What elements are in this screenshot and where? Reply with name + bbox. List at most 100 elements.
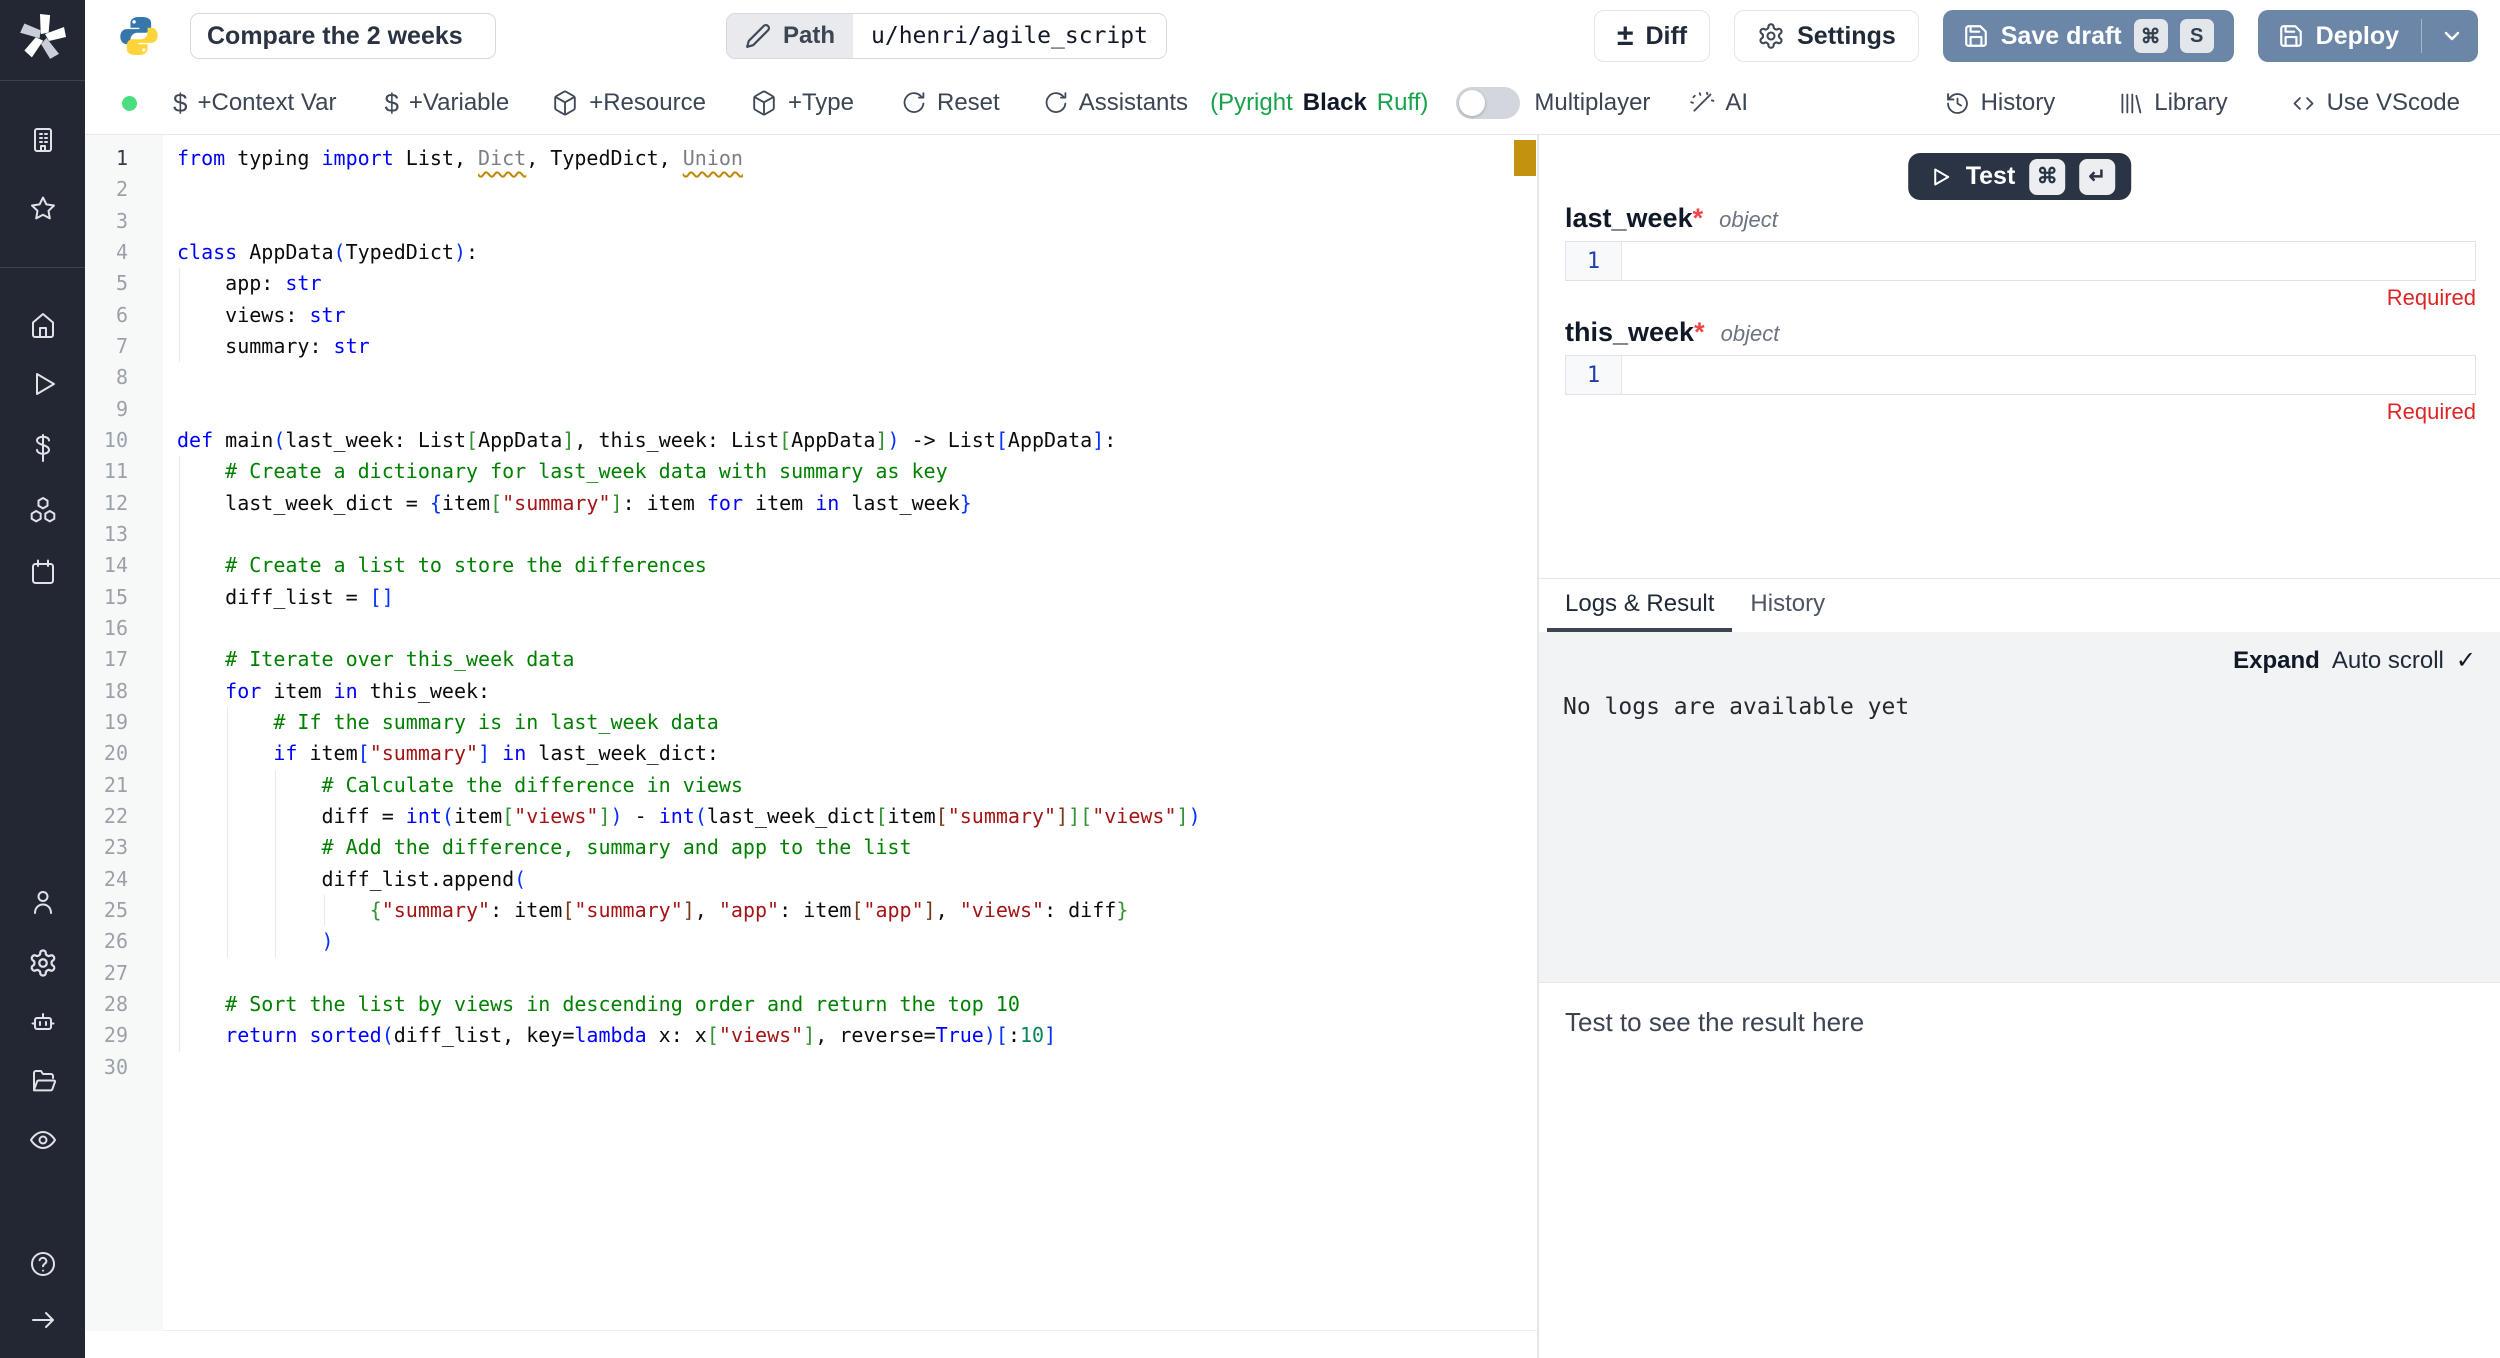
indent-guide xyxy=(275,832,276,863)
code-line[interactable]: summary: str xyxy=(177,331,1477,362)
workspace-icon[interactable] xyxy=(0,125,85,155)
code-line[interactable]: return sorted(diff_list, key=lambda x: x… xyxy=(177,1020,1477,1051)
code-editor[interactable]: 1234567891011121314151617181920212223242… xyxy=(85,135,1537,1358)
code-line[interactable]: # Create a list to store the differences xyxy=(177,550,1477,581)
line-number: 6 xyxy=(85,300,128,331)
code-line[interactable] xyxy=(177,1052,1477,1083)
library-button[interactable]: Library xyxy=(2117,89,2227,117)
editor-toolbar: $ +Context Var $ +Variable +Resource +Ty… xyxy=(85,72,2500,135)
panel-divider[interactable] xyxy=(1537,135,1539,1358)
line-number: 7 xyxy=(85,331,128,362)
pyright-badge: (Pyright xyxy=(1210,89,1293,117)
settings-button[interactable]: Settings xyxy=(1734,10,1919,62)
indent-guide xyxy=(179,895,180,926)
runs-play-icon[interactable] xyxy=(0,369,85,399)
indent-guide xyxy=(275,770,276,801)
code-line[interactable]: {"summary": item["summary"], "app": item… xyxy=(177,895,1477,926)
multiplayer-toggle[interactable] xyxy=(1456,87,1520,119)
arg-label-row: last_week* object xyxy=(1565,203,2476,237)
code-line[interactable]: app: str xyxy=(177,268,1477,299)
code-line[interactable]: def main(last_week: List[AppData], this_… xyxy=(177,425,1477,456)
indent-guide xyxy=(179,958,180,989)
chevron-down-icon[interactable] xyxy=(2440,24,2464,48)
code-line[interactable] xyxy=(177,613,1477,644)
workers-robot-icon[interactable] xyxy=(0,1007,85,1037)
line-number: 24 xyxy=(85,864,128,895)
code-line[interactable]: # Create a dictionary for last_week data… xyxy=(177,456,1477,487)
autoscroll-toggle[interactable]: Auto scroll xyxy=(2332,647,2444,675)
history-button[interactable]: History xyxy=(1944,89,2056,117)
add-variable-button[interactable]: $ +Variable xyxy=(384,88,509,119)
ruff-badge: Ruff) xyxy=(1377,89,1429,117)
home-icon[interactable] xyxy=(0,310,85,340)
code-line[interactable] xyxy=(177,206,1477,237)
code-lines[interactable]: from typing import List, Dict, TypedDict… xyxy=(177,143,1477,1083)
schedules-calendar-icon[interactable] xyxy=(0,557,85,587)
code-line[interactable]: for item in this_week: xyxy=(177,676,1477,707)
code-line[interactable]: if item["summary"] in last_week_dict: xyxy=(177,738,1477,769)
multiplayer-label-item[interactable]: Multiplayer xyxy=(1534,89,1650,117)
deploy-button[interactable]: Deploy xyxy=(2258,10,2478,62)
users-person-icon[interactable] xyxy=(0,887,85,917)
ai-button[interactable]: AI xyxy=(1688,89,1748,117)
vscode-icon xyxy=(2290,90,2317,117)
resources-boxes-icon[interactable] xyxy=(0,495,85,525)
line-number: 27 xyxy=(85,958,128,989)
this-week-input[interactable] xyxy=(1622,356,2475,394)
settings-label: Settings xyxy=(1797,22,1896,51)
path-label-segment[interactable]: Path xyxy=(727,14,853,58)
code-line[interactable]: # Add the difference, summary and app to… xyxy=(177,832,1477,863)
reset-button[interactable]: Reset xyxy=(900,89,1000,117)
code-line[interactable]: # Calculate the difference in views xyxy=(177,770,1477,801)
tab-history[interactable]: History xyxy=(1732,579,1843,632)
indent-guide xyxy=(227,864,228,895)
save-draft-button[interactable]: Save draft ⌘ S xyxy=(1943,10,2234,62)
help-icon[interactable] xyxy=(0,1249,85,1279)
arg-label-row: this_week* object xyxy=(1565,317,2476,351)
path-field[interactable]: Path u/henri/agile_script xyxy=(726,13,1167,59)
code-line[interactable]: diff_list.append( xyxy=(177,864,1477,895)
code-line[interactable]: # If the summary is in last_week data xyxy=(177,707,1477,738)
code-line[interactable]: views: str xyxy=(177,300,1477,331)
script-title-value: Compare the 2 weeks xyxy=(207,22,463,51)
path-value[interactable]: u/henri/agile_script xyxy=(853,14,1166,58)
code-line[interactable]: class AppData(TypedDict): xyxy=(177,237,1477,268)
code-line[interactable]: ) xyxy=(177,926,1477,957)
code-line[interactable] xyxy=(177,958,1477,989)
code-line[interactable]: last_week_dict = {item["summary"]: item … xyxy=(177,488,1477,519)
code-line[interactable] xyxy=(177,519,1477,550)
expand-button[interactable]: Expand xyxy=(2233,647,2320,675)
tab-logs-result[interactable]: Logs & Result xyxy=(1547,579,1732,632)
folders-icon[interactable] xyxy=(0,1066,85,1096)
line-number: 13 xyxy=(85,519,128,550)
code-line[interactable]: diff_list = [] xyxy=(177,582,1477,613)
add-resource-button[interactable]: +Resource xyxy=(551,89,706,117)
settings-gear-icon[interactable] xyxy=(0,948,85,978)
script-title-input[interactable]: Compare the 2 weeks xyxy=(190,13,496,59)
code-line[interactable] xyxy=(177,362,1477,393)
sidebar xyxy=(0,0,85,1358)
arg-json-editor[interactable]: 1 xyxy=(1565,241,2476,281)
logs-panel: Expand Auto scroll ✓ No logs are availab… xyxy=(1539,632,2500,982)
line-number: 21 xyxy=(85,770,128,801)
last-week-input[interactable] xyxy=(1622,242,2475,280)
line-number: 25 xyxy=(85,895,128,926)
code-line[interactable]: from typing import List, Dict, TypedDict… xyxy=(177,143,1477,174)
code-line[interactable] xyxy=(177,174,1477,205)
favorites-star-icon[interactable] xyxy=(0,194,85,224)
variables-dollar-icon[interactable] xyxy=(0,433,85,463)
assistants-button[interactable]: Assistants xyxy=(1042,89,1188,117)
diff-button[interactable]: ± Diff xyxy=(1594,10,1710,62)
expand-sidebar-arrow-icon[interactable] xyxy=(0,1305,85,1335)
windmill-logo-icon[interactable] xyxy=(0,10,85,64)
arg-json-editor[interactable]: 1 xyxy=(1565,355,2476,395)
add-type-button[interactable]: +Type xyxy=(750,89,854,117)
use-vscode-button[interactable]: Use VScode xyxy=(2290,89,2460,117)
add-context-var-button[interactable]: $ +Context Var xyxy=(173,88,336,119)
code-line[interactable] xyxy=(177,394,1477,425)
code-gutter: 1234567891011121314151617181920212223242… xyxy=(85,143,128,1083)
audit-eye-icon[interactable] xyxy=(0,1125,85,1155)
code-line[interactable]: # Sort the list by views in descending o… xyxy=(177,989,1477,1020)
code-line[interactable]: # Iterate over this_week data xyxy=(177,644,1477,675)
code-line[interactable]: diff = int(item["views"]) - int(last_wee… xyxy=(177,801,1477,832)
